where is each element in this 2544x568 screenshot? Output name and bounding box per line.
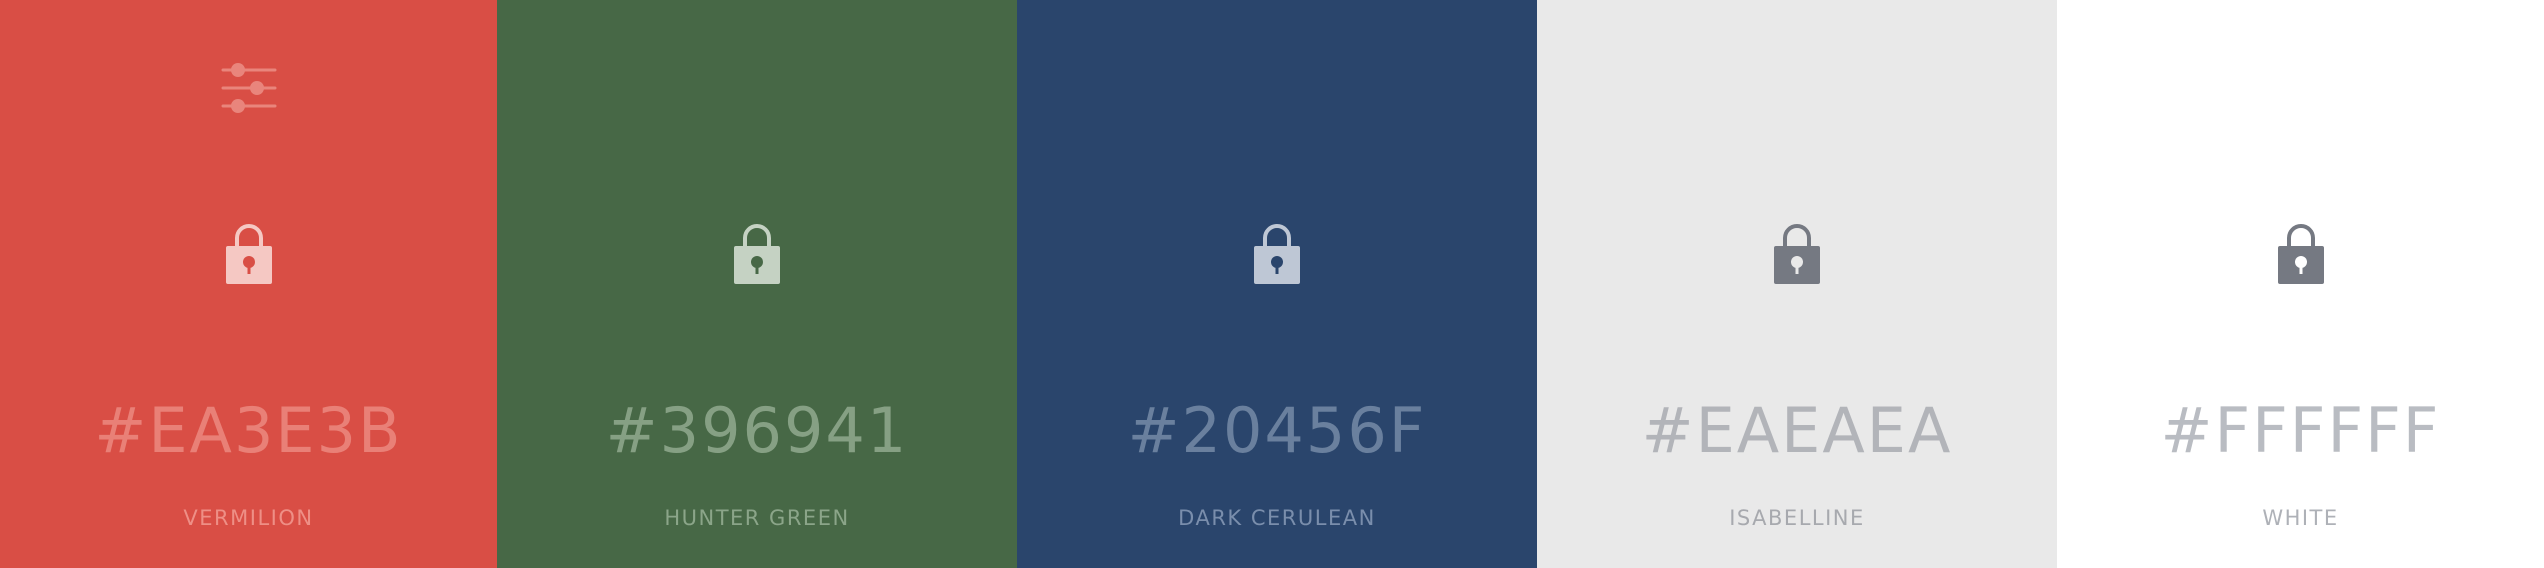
lock-icon[interactable] — [224, 222, 274, 286]
color-name[interactable]: HUNTER GREEN — [497, 504, 1017, 532]
swatch-vermilion[interactable]: #EA3E3B VERMILION — [0, 0, 497, 568]
adjust-icon[interactable] — [219, 58, 279, 118]
swatch-dark-cerulean[interactable]: #20456F DARK CERULEAN — [1017, 0, 1537, 568]
swatch-isabelline[interactable]: #EAEAEA ISABELLINE — [1537, 0, 2057, 568]
color-name[interactable]: WHITE — [2057, 504, 2544, 532]
color-name[interactable]: ISABELLINE — [1537, 504, 2057, 532]
hex-code[interactable]: #396941 — [497, 390, 1017, 472]
swatch-white[interactable]: #FFFFFF WHITE — [2057, 0, 2544, 568]
adjust-icon-glyph — [221, 68, 276, 108]
color-name[interactable]: VERMILION — [0, 504, 497, 532]
lock-icon[interactable] — [2276, 222, 2326, 286]
swatch-hunter-green[interactable]: #396941 HUNTER GREEN — [497, 0, 1017, 568]
hex-code[interactable]: #20456F — [1017, 390, 1537, 472]
hex-code[interactable]: #EAEAEA — [1537, 390, 2057, 472]
color-name[interactable]: DARK CERULEAN — [1017, 504, 1537, 532]
hex-code[interactable]: #FFFFFF — [2057, 390, 2544, 472]
lock-icon[interactable] — [1772, 222, 1822, 286]
color-palette: #EA3E3B VERMILION #396941 HUNTER GREEN #… — [0, 0, 2544, 568]
lock-icon[interactable] — [1252, 222, 1302, 286]
lock-icon[interactable] — [732, 222, 782, 286]
hex-code[interactable]: #EA3E3B — [0, 390, 497, 472]
